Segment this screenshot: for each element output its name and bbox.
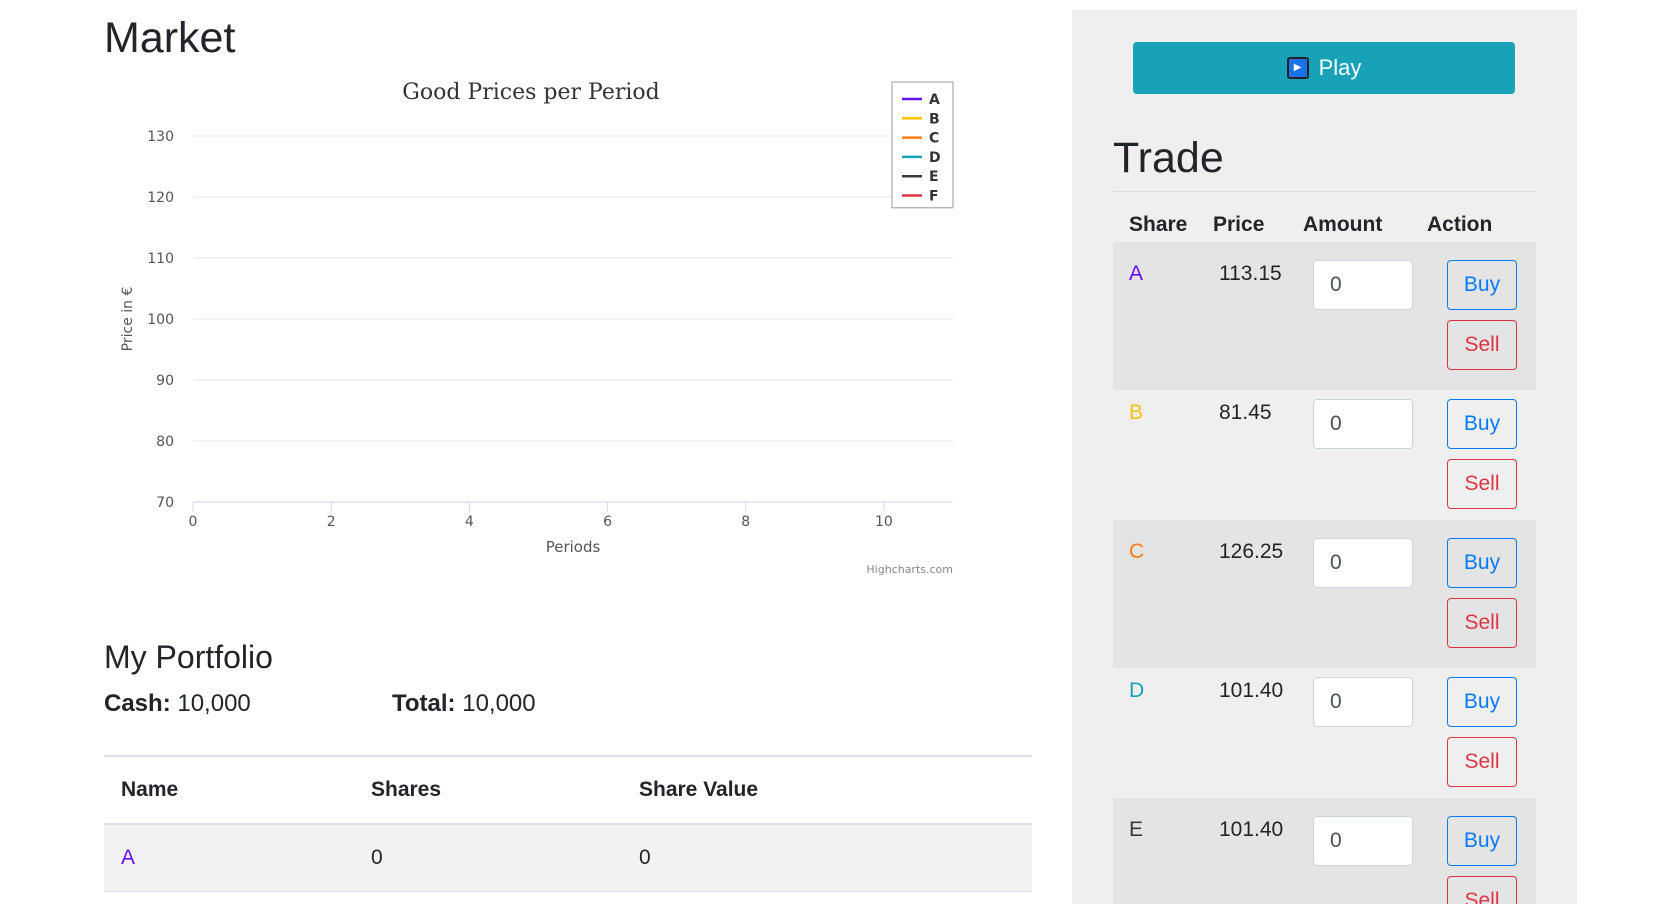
sell-button[interactable]: Sell bbox=[1447, 876, 1517, 904]
legend-item-a: A bbox=[929, 92, 940, 108]
share-price: 101.40 bbox=[1219, 679, 1284, 702]
cash-label: Cash: bbox=[104, 690, 171, 717]
total-label: Total: bbox=[392, 690, 456, 717]
cash-summary: Cash: 10,000 bbox=[104, 687, 251, 721]
sell-button[interactable]: Sell bbox=[1447, 598, 1517, 648]
total-summary: Total: 10,000 bbox=[392, 687, 536, 721]
market-heading: Market bbox=[104, 14, 236, 62]
chart-x-axis: 0 2 4 6 8 10 bbox=[189, 501, 953, 530]
portfolio-share-name: A bbox=[104, 824, 354, 892]
chart-x-axis-label: Periods bbox=[546, 538, 601, 556]
buy-button[interactable]: Buy bbox=[1447, 260, 1517, 310]
share-name: A bbox=[1129, 262, 1144, 285]
legend-item-f: F bbox=[929, 189, 939, 205]
x-tick-label: 0 bbox=[189, 514, 198, 530]
share-name: C bbox=[1129, 540, 1145, 563]
trade-row-a: A 113.15 Buy Sell bbox=[1113, 242, 1536, 390]
legend-item-e: E bbox=[929, 169, 939, 185]
buy-button[interactable]: Buy bbox=[1447, 677, 1517, 727]
amount-input[interactable] bbox=[1313, 816, 1413, 866]
market-section: Market Good Prices per Period 70 80 90 100 1… bbox=[104, 0, 1032, 904]
share-price: 126.25 bbox=[1219, 540, 1284, 563]
amount-input[interactable] bbox=[1313, 538, 1413, 588]
y-tick-label: 130 bbox=[147, 129, 174, 145]
table-row: A 0 0 bbox=[104, 824, 1032, 892]
play-icon: ▶ bbox=[1286, 57, 1309, 79]
legend-item-b: B bbox=[929, 111, 940, 127]
y-tick-label: 110 bbox=[147, 251, 174, 267]
share-name: D bbox=[1129, 679, 1145, 702]
chart-legend[interactable]: ABCDEF bbox=[891, 81, 954, 209]
buy-button[interactable]: Buy bbox=[1447, 399, 1517, 449]
portfolio-heading: My Portfolio bbox=[104, 639, 273, 675]
legend-item-d: D bbox=[929, 150, 941, 166]
highcharts-credit[interactable]: Highcharts.com bbox=[866, 563, 953, 576]
x-tick-label: 2 bbox=[327, 514, 336, 530]
share-price: 101.40 bbox=[1219, 818, 1284, 841]
trade-row-b: B 81.45 Buy Sell bbox=[1113, 381, 1536, 529]
play-button[interactable]: ▶ Play bbox=[1133, 42, 1515, 94]
amount-input[interactable] bbox=[1313, 260, 1413, 310]
portfolio-share-value: 0 bbox=[622, 824, 1032, 892]
trade-panel: ▶ Play Trade Share Price Amount Action A… bbox=[1072, 10, 1577, 904]
price-chart: Good Prices per Period 70809010011012013… bbox=[120, 80, 954, 576]
col-header-share-value: Share Value bbox=[622, 755, 1032, 825]
trade-row-c: C 126.25 Buy Sell bbox=[1113, 520, 1536, 668]
buy-button[interactable]: Buy bbox=[1447, 816, 1517, 866]
chart-y-axis: 70 80 90 100 110 120 130 bbox=[147, 129, 174, 511]
legend-box bbox=[891, 81, 954, 209]
trade-heading: Trade bbox=[1113, 134, 1224, 182]
trade-row-d: D 101.40 Buy Sell bbox=[1113, 659, 1536, 807]
total-value: 10,000 bbox=[462, 690, 536, 717]
y-tick-label: 100 bbox=[147, 312, 174, 328]
share-price: 113.15 bbox=[1219, 262, 1282, 285]
x-tick-label: 10 bbox=[875, 514, 893, 530]
buy-button[interactable]: Buy bbox=[1447, 538, 1517, 588]
portfolio-header-row: Name Shares Share Value bbox=[104, 755, 1032, 825]
amount-input[interactable] bbox=[1313, 399, 1413, 449]
chart-grid bbox=[193, 135, 953, 442]
cash-value: 10,000 bbox=[177, 690, 251, 717]
share-price: 81.45 bbox=[1219, 401, 1272, 424]
share-name: E bbox=[1129, 818, 1144, 841]
legend-item-c: C bbox=[929, 131, 939, 147]
amount-input[interactable] bbox=[1313, 677, 1413, 727]
y-tick-label: 70 bbox=[156, 495, 174, 511]
sell-button[interactable]: Sell bbox=[1447, 320, 1517, 370]
portfolio-share-count: 0 bbox=[354, 824, 622, 892]
col-header-shares: Shares bbox=[354, 755, 622, 825]
share-name: B bbox=[1129, 401, 1144, 424]
sell-button[interactable]: Sell bbox=[1447, 737, 1517, 787]
col-header-name: Name bbox=[104, 755, 354, 825]
x-tick-label: 8 bbox=[741, 514, 750, 530]
portfolio-table: Name Shares Share Value A 0 0 bbox=[104, 755, 1032, 892]
y-tick-label: 120 bbox=[147, 190, 174, 206]
chart-title: Good Prices per Period bbox=[402, 80, 659, 105]
x-tick-label: 4 bbox=[465, 514, 474, 530]
trade-row-e: E 101.40 Buy Sell bbox=[1113, 798, 1536, 904]
y-tick-label: 90 bbox=[156, 373, 174, 389]
sell-button[interactable]: Sell bbox=[1447, 459, 1517, 509]
chart-y-axis-label: Price in € bbox=[120, 287, 136, 352]
y-tick-label: 80 bbox=[156, 434, 174, 450]
x-tick-label: 6 bbox=[603, 514, 612, 530]
play-label: Play bbox=[1318, 55, 1362, 80]
